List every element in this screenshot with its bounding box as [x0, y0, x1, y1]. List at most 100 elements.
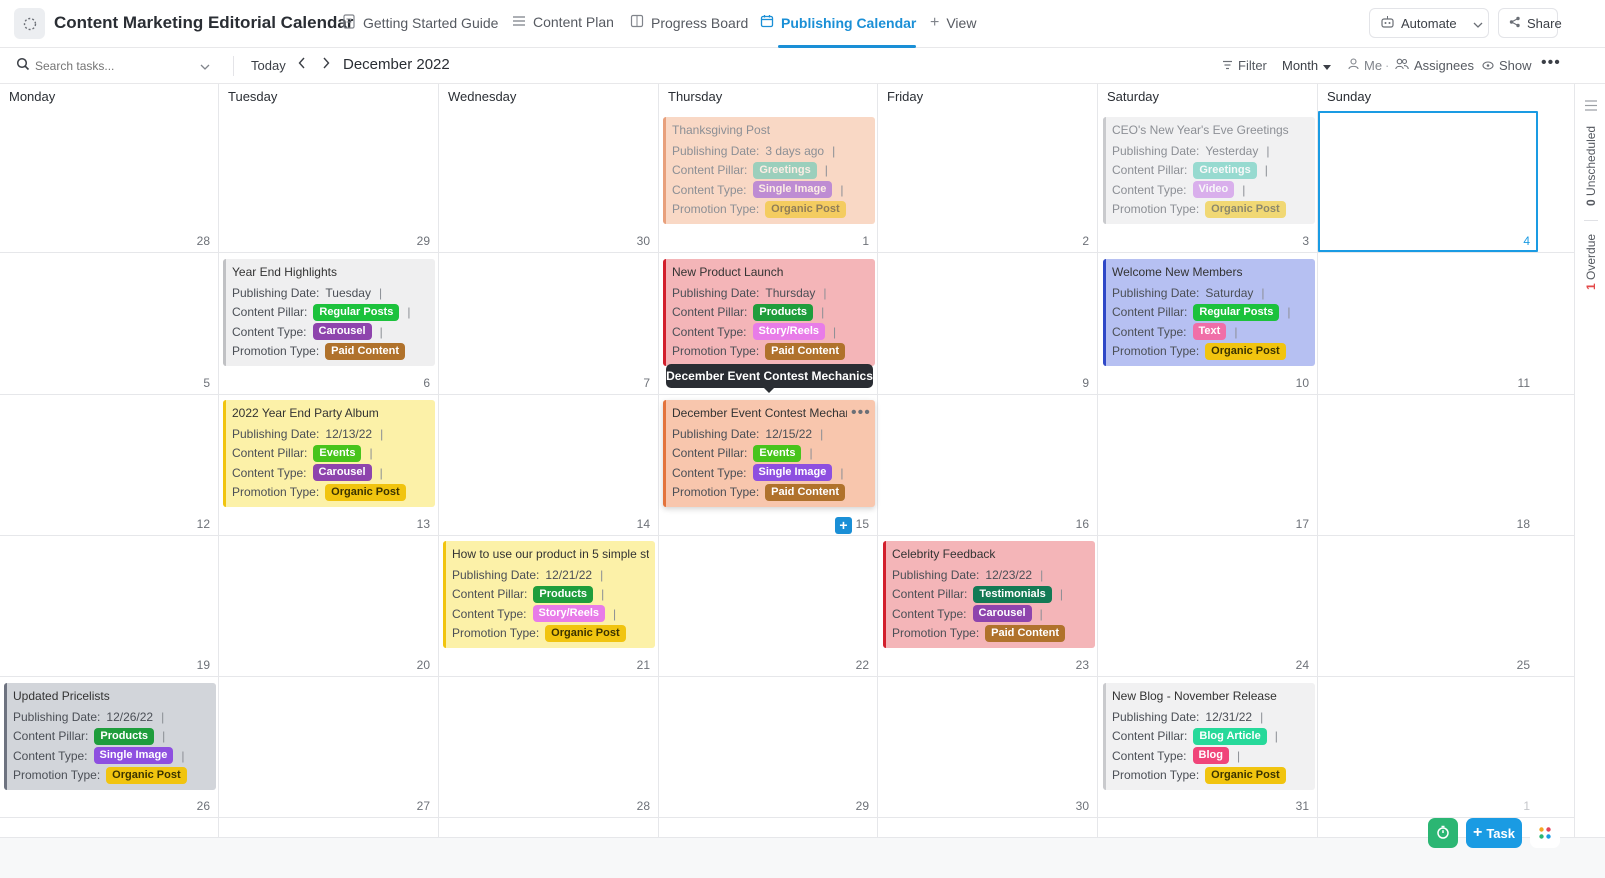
today-button[interactable]: Today [251, 58, 286, 73]
task-card[interactable]: Updated Pricelists Publishing Date: 12/26/… [4, 683, 216, 790]
field-separator: | [1287, 305, 1291, 320]
task-card[interactable]: Year End Highlights Publishing Date: Tuesd… [223, 259, 435, 366]
field-label: Content Pillar: [232, 446, 308, 461]
list-icon [512, 14, 526, 30]
day-number: 30 [1075, 799, 1089, 813]
field-separator: | [1236, 748, 1241, 763]
search-box[interactable] [16, 57, 210, 74]
next-month-button[interactable] [322, 57, 330, 69]
task-card[interactable]: CEO's New Year's Eve Greetings Publishing… [1103, 117, 1315, 224]
column-divider [658, 84, 659, 837]
tag-chip: Paid Content [985, 624, 1066, 642]
chevron-down-icon[interactable] [200, 58, 210, 73]
day-number: 10 [1295, 376, 1309, 390]
add-task-plus-button[interactable]: + [835, 517, 852, 534]
unscheduled-tab[interactable]: 0 Unscheduled [1584, 126, 1598, 206]
task-field-promo: Promotion Type: Organic Post [452, 624, 649, 644]
column-divider [438, 84, 439, 837]
column-divider [877, 84, 878, 837]
field-separator: | [379, 465, 383, 480]
task-card[interactable]: Welcome New Members Publishing Date: Satur… [1103, 259, 1315, 366]
task-card[interactable]: New Product Launch Publishing Date: Thursd… [663, 259, 875, 366]
share-button[interactable]: Share [1498, 8, 1562, 38]
task-field-promo: Promotion Type: Organic Post [1112, 200, 1309, 220]
automate-button[interactable]: Automate [1369, 8, 1489, 38]
users-icon [1395, 58, 1409, 73]
field-label: Promotion Type: [672, 485, 760, 500]
field-label: Promotion Type: [892, 626, 980, 641]
task-card[interactable]: 2022 Year End Party Album Publishing Date… [223, 400, 435, 507]
day-number: 2 [1082, 234, 1089, 248]
prev-month-button[interactable] [298, 57, 306, 69]
filter-button[interactable]: Filter [1222, 58, 1267, 73]
day-number: 22 [855, 658, 869, 672]
task-field-type: Content Type: Story/Reels | [672, 322, 869, 342]
field-label: Content Pillar: [672, 446, 748, 461]
tag-chip: Video [1192, 181, 1235, 199]
stopwatch-icon [1436, 825, 1450, 842]
task-field-pillar: Content Pillar: Products | [452, 585, 649, 605]
task-field-date: Publishing Date: 12/21/22 | [452, 565, 649, 585]
day-number: 31 [1295, 799, 1309, 813]
day-number: 20 [416, 658, 430, 672]
apps-grid-icon[interactable] [1530, 818, 1560, 848]
row-divider [0, 817, 1574, 818]
divider [233, 56, 234, 76]
task-field-pillar: Content Pillar: Regular Posts | [232, 303, 429, 323]
add-task-button[interactable]: + Task [1466, 818, 1522, 848]
task-card[interactable]: December Event Contest Mechanics Publishi… [663, 400, 875, 507]
day-number: 11 [1517, 376, 1530, 390]
day-number: 29 [855, 799, 869, 813]
divider [1584, 220, 1598, 221]
field-value: Yesterday [1205, 143, 1259, 158]
task-field-promo: Promotion Type: Organic Post [13, 766, 210, 786]
task-field-promo: Promotion Type: Organic Post [1112, 342, 1309, 362]
task-card[interactable]: New Blog - November Release Publishing Da… [1103, 683, 1315, 790]
field-label: Content Type: [452, 606, 527, 621]
task-field-promo: Promotion Type: Organic Post [1112, 766, 1309, 786]
task-title: Updated Pricelists [13, 689, 110, 703]
show-button[interactable]: Show [1482, 58, 1532, 73]
task-card[interactable]: How to use our product in 5 simple steps… [443, 541, 655, 648]
task-field-promo: Promotion Type: Paid Content [672, 483, 869, 503]
field-label: Promotion Type: [232, 344, 320, 359]
field-label: Promotion Type: [452, 626, 540, 641]
tab-progress-board[interactable]: Progress Board [630, 14, 748, 31]
space-icon[interactable] [14, 8, 45, 39]
task-field-pillar: Content Pillar: Events | [672, 444, 869, 464]
tab-label: Progress Board [651, 14, 749, 31]
day-number: 13 [416, 517, 430, 531]
day-header-sunday: Sunday [1327, 89, 1372, 104]
search-input[interactable] [35, 58, 195, 73]
add-view-button[interactable]: + View [930, 14, 976, 32]
card-more-options-icon[interactable]: ••• [851, 404, 871, 422]
tag-chip: Story/Reels [752, 323, 826, 341]
field-label: Content Pillar: [452, 587, 528, 602]
chevron-left-icon [298, 57, 305, 69]
me-filter-button[interactable]: Me [1348, 58, 1382, 73]
caret-down-icon [1323, 58, 1332, 73]
day-number: 23 [1075, 658, 1089, 672]
tag-chip: Testimonials [973, 585, 1052, 603]
task-card[interactable]: Thanksgiving Post Publishing Date: 3 days … [663, 117, 875, 224]
field-label: Content Pillar: [672, 163, 748, 178]
day-header-friday: Friday [887, 89, 924, 104]
task-field-promo: Promotion Type: Paid Content [232, 342, 429, 362]
view-mode-select[interactable]: Month [1282, 58, 1332, 73]
task-card[interactable]: Celebrity Feedback Publishing Date: 12/23/… [883, 541, 1095, 648]
day-number: 25 [1516, 658, 1530, 672]
field-separator: | [1264, 163, 1268, 178]
timer-button[interactable] [1428, 818, 1458, 848]
overdue-tab[interactable]: 1 Overdue [1584, 234, 1598, 290]
task-field-type: Content Type: Carousel | [232, 463, 429, 483]
collapse-panel-icon[interactable] [1585, 98, 1597, 116]
more-options-icon[interactable]: ••• [1541, 54, 1561, 72]
tab-publishing-calendar[interactable]: Publishing Calendar [760, 14, 916, 31]
tab-content-plan[interactable]: Content Plan [512, 14, 614, 30]
chevron-down-icon[interactable] [1473, 16, 1483, 31]
task-field-pillar: Content Pillar: Products | [13, 727, 210, 747]
task-field-date: Publishing Date: 12/31/22 | [1112, 707, 1309, 727]
field-label: Content Pillar: [1112, 729, 1188, 744]
tab-getting-started-guide[interactable]: Getting Started Guide [342, 14, 498, 32]
assignees-button[interactable]: Assignees [1395, 58, 1474, 73]
